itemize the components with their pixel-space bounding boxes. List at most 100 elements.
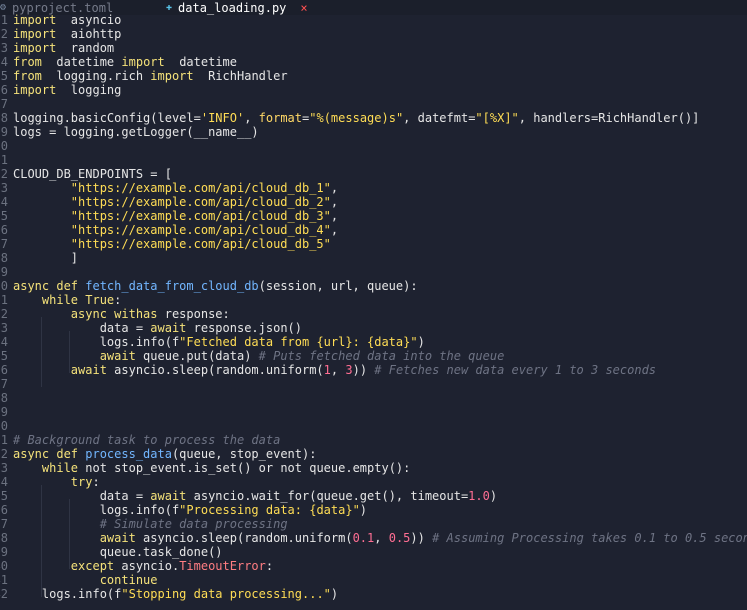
- code-text: # Background task to process the data: [13, 433, 280, 447]
- code-token: # Puts fetched data into the queue: [258, 349, 505, 363]
- code-line[interactable]: 23 data = await response.json(): [0, 321, 747, 335]
- code-line[interactable]: 28: [0, 391, 747, 405]
- code-token: , handlers=RichHandler()]: [518, 111, 700, 125]
- code-token: 0.1: [352, 531, 375, 545]
- code-line[interactable]: 30: [0, 419, 747, 433]
- code-line[interactable]: 38 await asyncio.sleep(random.uniform(0.…: [0, 531, 747, 545]
- code-line[interactable]: 35 data = await asyncio.wait_for(queue.g…: [0, 489, 747, 503]
- line-number: 33: [0, 461, 8, 475]
- code-token: "%(message)s": [309, 111, 404, 125]
- code-line[interactable]: 34 try:: [0, 475, 747, 489]
- code-text: await asyncio.sleep(random.uniform(1, 3)…: [13, 363, 656, 377]
- code-token: ,: [244, 111, 259, 125]
- code-token: CLOUD_DB_ENDPOINTS = [: [13, 167, 172, 181]
- code-token: await: [70, 363, 107, 377]
- code-line[interactable]: 20 async def fetch_data_from_cloud_db(ses…: [0, 279, 747, 293]
- code-line[interactable]: 24 logs.info(f"Fetched data from {url}: …: [0, 335, 747, 349]
- code-token: asyncio.: [114, 559, 180, 573]
- code-token: not stop_event.is_set() or not queue.emp…: [78, 461, 411, 475]
- code-token: while True: [41, 293, 115, 307]
- code-line[interactable]: 22 async withas response:: [0, 307, 747, 321]
- code-line[interactable]: 33 while not stop_event.is_set() or not …: [0, 461, 747, 475]
- line-number: 6: [0, 83, 8, 97]
- code-line[interactable]: 9 logs = logging.getLogger(__name__): [0, 125, 747, 139]
- code-editor[interactable]: 1 import asyncio 2 import aiohttp 3 import ra…: [0, 13, 747, 610]
- code-line[interactable]: 37 # Simulate data processing: [0, 517, 747, 531]
- code-token: "Processing data: {data}": [179, 503, 360, 517]
- code-text: "https://example.com/api/cloud_db_2",: [13, 195, 338, 209]
- code-line[interactable]: 25 await queue.put(data) # Puts fetched …: [0, 349, 747, 363]
- line-number: 42: [0, 587, 8, 601]
- code-token: "https://example.com/api/cloud_db_4": [70, 223, 331, 237]
- line-number: 1: [0, 13, 8, 27]
- code-line[interactable]: 4 from datetime import datetime: [0, 55, 747, 69]
- code-token: try: [70, 475, 93, 489]
- line-number: 17: [0, 237, 8, 251]
- code-line[interactable]: 14 "https://example.com/api/cloud_db_2",: [0, 195, 747, 209]
- code-text: logs.info(f"Processing data: {data}"): [13, 503, 367, 517]
- code-line[interactable]: 1 import asyncio: [0, 13, 747, 27]
- code-token: except: [70, 559, 115, 573]
- code-token: ): [330, 587, 339, 601]
- code-line[interactable]: 5 from logging.rich import RichHandler: [0, 69, 747, 83]
- line-number: 40: [0, 559, 8, 573]
- code-line[interactable]: 18 ]: [0, 251, 747, 265]
- code-line[interactable]: 11: [0, 153, 747, 167]
- code-line[interactable]: 39 queue.task_done(): [0, 545, 747, 559]
- code-token: asyncio.wait_for(queue.get(), timeout=: [186, 489, 469, 503]
- code-line[interactable]: 3 import random: [0, 41, 747, 55]
- line-number: 30: [0, 419, 8, 433]
- code-token: ,: [330, 195, 339, 209]
- code-line[interactable]: 26 await asyncio.sleep(random.uniform(1,…: [0, 363, 747, 377]
- code-text: except asyncio.TimeoutError:: [13, 559, 273, 573]
- code-line[interactable]: 12 CLOUD_DB_ENDPOINTS = [: [0, 167, 747, 181]
- code-line[interactable]: 10: [0, 139, 747, 153]
- line-number: 25: [0, 349, 8, 363]
- line-number: 16: [0, 223, 8, 237]
- code-line[interactable]: 2 import aiohttp: [0, 27, 747, 41]
- code-line[interactable]: 40 except asyncio.TimeoutError:: [0, 559, 747, 573]
- code-line[interactable]: 7: [0, 97, 747, 111]
- code-line[interactable]: 21 while True:: [0, 293, 747, 307]
- code-text: while not stop_event.is_set() or not que…: [13, 461, 410, 475]
- line-number: 13: [0, 181, 8, 195]
- code-token: "https://example.com/api/cloud_db_3": [70, 209, 331, 223]
- code-token: # Simulate data processing: [99, 517, 288, 531]
- code-line[interactable]: 13 "https://example.com/api/cloud_db_1",: [0, 181, 747, 195]
- code-token: logging: [56, 83, 122, 97]
- code-line[interactable]: 36 logs.info(f"Processing data: {data}"): [0, 503, 747, 517]
- code-token: import: [121, 55, 165, 69]
- code-text: async withas response:: [13, 307, 230, 321]
- line-number: 31: [0, 433, 8, 447]
- line-number: 28: [0, 391, 8, 405]
- code-line[interactable]: 32 async def process_data(queue, stop_eve…: [0, 447, 747, 461]
- line-number: 8: [0, 111, 8, 125]
- code-text: "https://example.com/api/cloud_db_1",: [13, 181, 338, 195]
- code-line[interactable]: 15 "https://example.com/api/cloud_db_3",: [0, 209, 747, 223]
- line-number: 29: [0, 405, 8, 419]
- code-line[interactable]: 6 import logging: [0, 83, 747, 97]
- line-number: 32: [0, 447, 8, 461]
- code-line[interactable]: 19: [0, 265, 747, 279]
- code-line[interactable]: 41 continue: [0, 573, 747, 587]
- code-line[interactable]: 31 # Background task to process the data: [0, 433, 747, 447]
- code-line[interactable]: 8 logging.basicConfig(level='INFO', forma…: [0, 111, 747, 125]
- code-token: # Background task to process the data: [13, 433, 281, 447]
- code-token: logs = logging.getLogger(__name__): [13, 125, 259, 139]
- code-token: 3: [345, 363, 353, 377]
- code-line[interactable]: 42 logs.info(f"Stopping data processing.…: [0, 587, 747, 601]
- code-line[interactable]: 16 "https://example.com/api/cloud_db_4",: [0, 223, 747, 237]
- code-line[interactable]: 29: [0, 405, 747, 419]
- code-text: "https://example.com/api/cloud_db_5": [13, 237, 331, 251]
- code-token: datetime: [41, 55, 122, 69]
- code-token: :: [92, 475, 100, 489]
- code-token: continue: [99, 573, 158, 587]
- code-token: )): [352, 363, 368, 377]
- code-line[interactable]: 27: [0, 377, 747, 391]
- code-line[interactable]: 17 "https://example.com/api/cloud_db_5": [0, 237, 747, 251]
- code-token: "https://example.com/api/cloud_db_1": [70, 181, 331, 195]
- code-token: asyncio: [56, 13, 122, 27]
